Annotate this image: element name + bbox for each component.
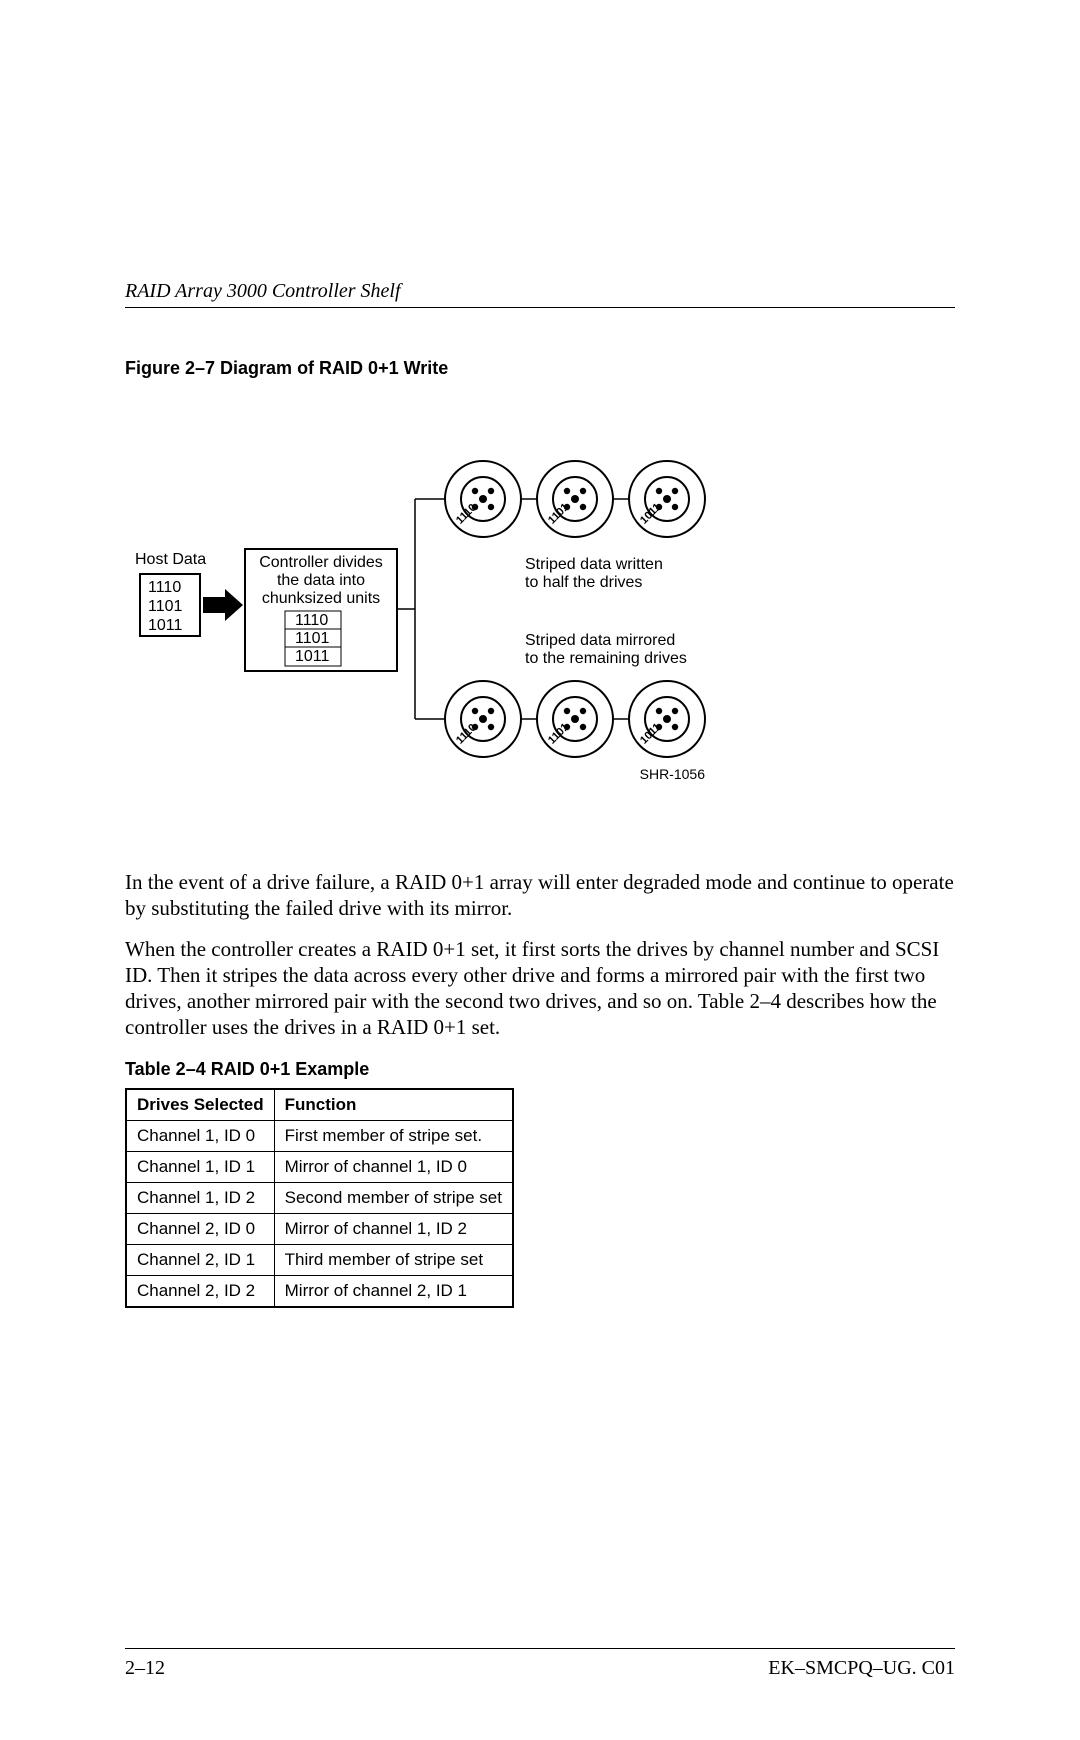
table-header-function: Function bbox=[274, 1089, 513, 1121]
disk-top-2: 1101 bbox=[537, 461, 613, 537]
controller-bits-box: 1110 1101 1011 bbox=[285, 611, 341, 666]
disk-top-3: 1011 bbox=[629, 461, 705, 537]
host-bit-1: 1101 bbox=[148, 598, 183, 615]
striped-written-line-0: Striped data written bbox=[525, 556, 663, 573]
artwork-id: SHR-1056 bbox=[640, 766, 706, 782]
striped-mirrored-line-1: to the remaining drives bbox=[525, 650, 687, 667]
disk-bot-1: 1110 bbox=[445, 681, 521, 757]
table-title: Table 2–4 RAID 0+1 Example bbox=[125, 1059, 955, 1080]
page-footer: 2–12 EK–SMCPQ–UG. C01 bbox=[125, 1648, 955, 1680]
disk-bot-2: 1101 bbox=[537, 681, 613, 757]
disk-bot-3: 1011 bbox=[629, 681, 705, 757]
table-row: Channel 2, ID 2Mirror of channel 2, ID 1 bbox=[126, 1275, 513, 1307]
connector-lines bbox=[397, 499, 445, 719]
striped-mirrored-line-0: Striped data mirrored bbox=[525, 632, 675, 649]
table-row: Channel 2, ID 1Third member of stripe se… bbox=[126, 1244, 513, 1275]
table-header-row: Drives Selected Function bbox=[126, 1089, 513, 1121]
table-header-drives: Drives Selected bbox=[126, 1089, 274, 1121]
page-number: 2–12 bbox=[125, 1657, 165, 1680]
host-data-label: Host Data bbox=[135, 551, 206, 568]
table-row: Channel 1, ID 2Second member of stripe s… bbox=[126, 1182, 513, 1213]
table-row: Channel 2, ID 0Mirror of channel 1, ID 2 bbox=[126, 1213, 513, 1244]
arrow-host-to-controller bbox=[203, 589, 243, 621]
table-row: Channel 1, ID 0First member of stripe se… bbox=[126, 1120, 513, 1151]
raid-example-table: Drives Selected Function Channel 1, ID 0… bbox=[125, 1088, 514, 1308]
host-bit-2: 1011 bbox=[148, 617, 183, 634]
table-row: Channel 1, ID 1Mirror of channel 1, ID 0 bbox=[126, 1151, 513, 1182]
controller-line-2: chunksized units bbox=[262, 590, 380, 607]
figure-title: Figure 2–7 Diagram of RAID 0+1 Write bbox=[125, 358, 955, 379]
controller-bit-0: 1110 bbox=[295, 612, 328, 629]
running-head: RAID Array 3000 Controller Shelf bbox=[125, 280, 955, 308]
page: RAID Array 3000 Controller Shelf Figure … bbox=[0, 0, 1080, 1740]
controller-line-0: Controller divides bbox=[259, 554, 383, 571]
controller-bit-2: 1011 bbox=[295, 648, 330, 665]
controller-line-1: the data into bbox=[277, 572, 365, 589]
doc-id: EK–SMCPQ–UG. C01 bbox=[768, 1657, 955, 1680]
controller-bit-1: 1101 bbox=[295, 630, 330, 647]
raid-diagram: Host Data 1110 1101 1011 Controller divi… bbox=[125, 439, 945, 829]
paragraph-1: In the event of a drive failure, a RAID … bbox=[125, 869, 955, 922]
host-bit-0: 1110 bbox=[148, 579, 181, 596]
paragraph-2: When the controller creates a RAID 0+1 s… bbox=[125, 936, 955, 1041]
disk-top-1: 1110 bbox=[445, 461, 521, 537]
striped-written-line-1: to half the drives bbox=[525, 574, 642, 591]
